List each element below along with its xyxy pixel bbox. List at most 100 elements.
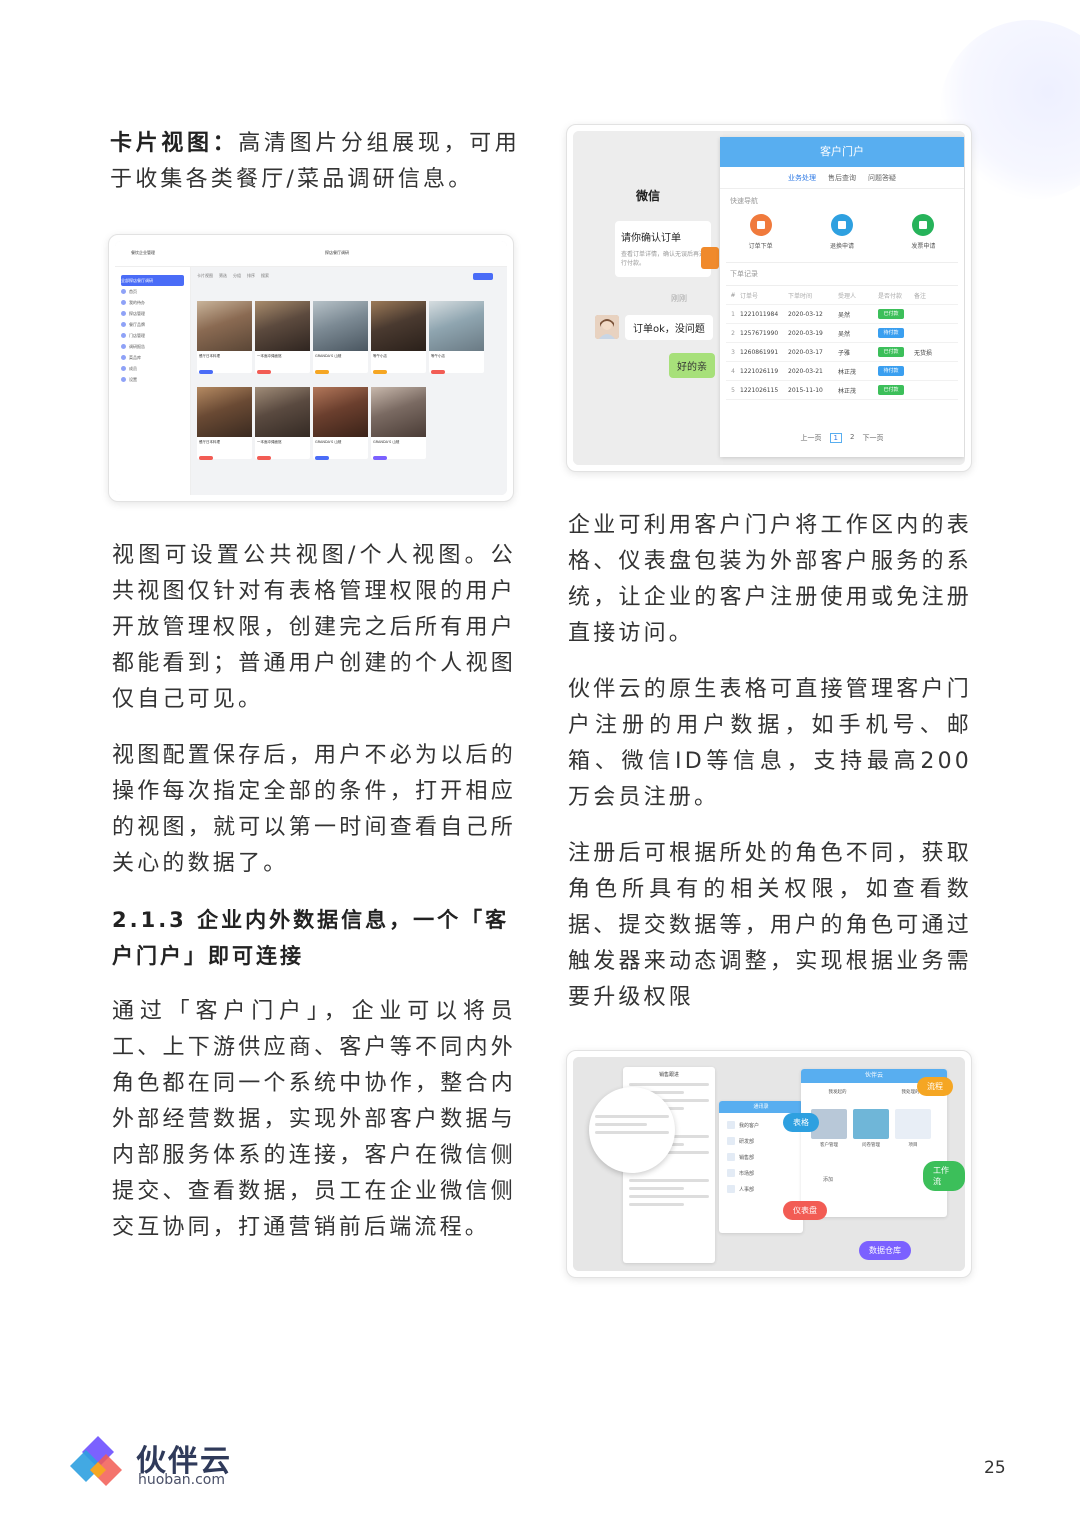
table-cell: 1221026115 <box>740 386 779 394</box>
table-row[interactable]: 3 1260861991 2020-03-17 子雅 已付款 无货损 <box>726 343 958 362</box>
toolbar-item[interactable]: 排序 <box>247 273 255 279</box>
order-confirm-card[interactable]: 请你确认订单 查看订单详情，确认无误后再进行付款。 <box>615 221 711 277</box>
table-cell: 子雅 <box>838 349 851 357</box>
portal-tabs: 业务处理 售后查询 问题答疑 <box>720 167 964 189</box>
status-tag <box>257 370 271 374</box>
customer-portal-window: 客户门户 业务处理 售后查询 问题答疑 快速导航 订单下单 退换申请 发票申请 下单… <box>720 137 964 457</box>
table-cell: 已付款 <box>878 385 914 395</box>
contact-item[interactable]: 人事部 <box>727 1185 803 1193</box>
toolbar-item[interactable]: 分组 <box>233 273 241 279</box>
table-cell: 2020-03-19 <box>788 329 823 337</box>
restaurant-card[interactable]: 一本面冲绳面馆 <box>255 387 310 460</box>
module-cell[interactable]: 问卷管理 <box>853 1109 889 1148</box>
restaurant-name: GRANDA'S 山楂 <box>315 354 342 358</box>
workflow-pill[interactable]: 工作流 <box>923 1161 965 1191</box>
sidebar-item[interactable]: 全部探店餐厅调研 <box>121 275 184 286</box>
contact-icon <box>727 1169 735 1177</box>
table-cell: 1260861991 <box>740 348 779 356</box>
diagram-canvas: 销售跟进 通讯录 我的客户 研发部 销售部 市场部 人事部 伙伴云 我发起的 我处理的 <box>573 1057 965 1271</box>
sidebar-item[interactable]: 门店管理 <box>121 330 184 341</box>
table-row[interactable]: 2 1257671990 2020-03-19 吴然 待付款 <box>726 324 958 343</box>
restaurant-card[interactable]: 餐厅日本料理 <box>197 387 252 460</box>
sidebar-item[interactable]: 菜品库 <box>121 352 184 363</box>
table-row[interactable]: 4 1221026119 2020-03-21 林正茂 待付款 <box>726 362 958 381</box>
mine-filter[interactable]: 我发起的 <box>829 1089 847 1095</box>
sidebar-item[interactable]: 成员 <box>121 363 184 374</box>
status-tag <box>315 456 329 460</box>
module-cell[interactable]: 项目 <box>895 1109 931 1148</box>
next-page-button[interactable]: 下一页 <box>862 433 883 443</box>
prev-page-button[interactable]: 上一页 <box>801 433 822 443</box>
section-heading: 2.1.3 企业内外数据信息，一个「客户门户」即可连接 <box>112 908 510 968</box>
quick-nav-item[interactable]: 发票申请 <box>911 214 935 250</box>
restaurant-photo <box>313 387 368 437</box>
flow-pill[interactable]: 流程 <box>917 1077 953 1096</box>
restaurant-card[interactable]: 等午小店 <box>429 301 484 374</box>
page-number: 25 <box>984 1458 1006 1478</box>
restaurant-card[interactable]: 等午小店 <box>371 301 426 374</box>
toolbar-item[interactable]: 搜索 <box>261 273 269 279</box>
tab-business[interactable]: 业务处理 <box>788 173 816 183</box>
sidebar-item[interactable]: 调研报告 <box>121 341 184 352</box>
quick-nav-item[interactable]: 订单下单 <box>749 214 773 250</box>
status-tag <box>431 370 445 374</box>
sidebar-item[interactable]: 餐厅品牌 <box>121 319 184 330</box>
contact-item[interactable]: 销售部 <box>727 1153 803 1161</box>
tab-faq[interactable]: 问题答疑 <box>868 173 896 183</box>
tab-after-sales[interactable]: 售后查询 <box>828 173 856 183</box>
toolbar-item[interactable]: 筛选 <box>219 273 227 279</box>
status-tag <box>199 370 213 374</box>
pagination: 上一页 1 2 下一页 <box>720 433 964 443</box>
restaurant-photo <box>197 301 252 351</box>
restaurant-card[interactable]: GRANDA'S 山楂 <box>371 387 426 460</box>
module-label: 问卷管理 <box>862 1143 880 1148</box>
card-view-toolbar: 卡片视图 筛选 分组 排序 搜索 <box>197 271 501 281</box>
table-row[interactable]: 5 1221026115 2015-11-10 林正茂 已付款 <box>726 381 958 400</box>
toolbar-item[interactable]: 卡片视图 <box>197 273 213 279</box>
view-config-paragraph: 视图配置保存后，用户不必为以后的操作每次指定全部的条件，打开相应的视图，就可以第… <box>112 743 516 876</box>
dashboard-pill[interactable]: 仪表盘 <box>783 1201 827 1220</box>
contact-icon <box>727 1185 735 1193</box>
add-record-button[interactable] <box>473 273 493 280</box>
table-cell: 2020-03-21 <box>788 367 823 375</box>
sidebar-item[interactable]: 探店管理 <box>121 308 184 319</box>
restaurant-photo <box>313 301 368 351</box>
portal-packaging-paragraph: 企业可利用客户门户将工作区内的表格、仪表盘包装为外部客户服务的系统，让企业的客户… <box>568 513 972 646</box>
table-cell: 已付款 <box>878 309 914 319</box>
contact-label: 我的客户 <box>739 1122 760 1129</box>
payment-status-badge: 待付款 <box>878 366 904 376</box>
card-view-sidebar: 全部探店餐厅调研 首页 我的待办 探店管理 餐厅品牌 门店管理 调研报告 菜品库… <box>115 267 191 495</box>
sidebar-item[interactable]: 我的待办 <box>121 297 184 308</box>
huoban-logo <box>70 1432 126 1488</box>
contact-icon <box>727 1121 735 1129</box>
card-view-topbar: 餐饮企业管理 探店餐厅调研 <box>115 241 507 267</box>
customer-portal-screenshot: 微信 请你确认订单 查看订单详情，确认无误后再进行付款。 刚刚 订单ok，没问题… <box>566 124 972 472</box>
customer-portal-paragraph: 通过「客户门户」，企业可以将员工、上下游供应商、客户等不同内外角色都在同一个系统… <box>112 999 516 1240</box>
page-2[interactable]: 2 <box>850 433 854 443</box>
table-row[interactable]: 1 1221011984 2020-03-12 吴然 已付款 <box>726 305 958 324</box>
restaurant-name: 等午小店 <box>431 354 445 358</box>
restaurant-card[interactable]: 一本面冲绳面馆 <box>255 301 310 374</box>
sidebar-item[interactable]: 首页 <box>121 286 184 297</box>
quick-nav-item[interactable]: 退换申请 <box>830 214 854 250</box>
table-cell: 1221011984 <box>740 310 779 318</box>
restaurant-card[interactable]: GRANDA'S 山楂 <box>313 301 368 374</box>
table-cell: 1257671990 <box>740 329 779 337</box>
page-1[interactable]: 1 <box>829 433 842 443</box>
table-cell: 2015-11-10 <box>788 386 823 394</box>
reply-bubble: 好的亲 <box>669 353 715 378</box>
table-cell: 吴然 <box>838 311 851 319</box>
sidebar-item[interactable]: 设置 <box>121 374 184 385</box>
contact-item[interactable]: 市场部 <box>727 1169 803 1177</box>
sales-panel-title: 销售跟进 <box>658 1072 679 1078</box>
data-warehouse-pill[interactable]: 数据仓库 <box>859 1241 911 1260</box>
restaurant-card[interactable]: GRANDA'S 山楂 <box>313 387 368 460</box>
restaurant-card[interactable]: 餐厅日本料理 <box>197 301 252 374</box>
contact-item[interactable]: 研发部 <box>727 1137 803 1145</box>
table-cell: 无货损 <box>914 349 933 357</box>
status-tag <box>373 370 387 374</box>
card-grid: 餐厅日本料理 一本面冲绳面馆 GRANDA'S 山楂 等午小店 等午小店 餐厅日本料理 一本… <box>197 301 484 460</box>
contact-label: 销售部 <box>739 1154 755 1161</box>
contact-label: 研发部 <box>739 1138 755 1145</box>
table-pill[interactable]: 表格 <box>783 1113 819 1132</box>
